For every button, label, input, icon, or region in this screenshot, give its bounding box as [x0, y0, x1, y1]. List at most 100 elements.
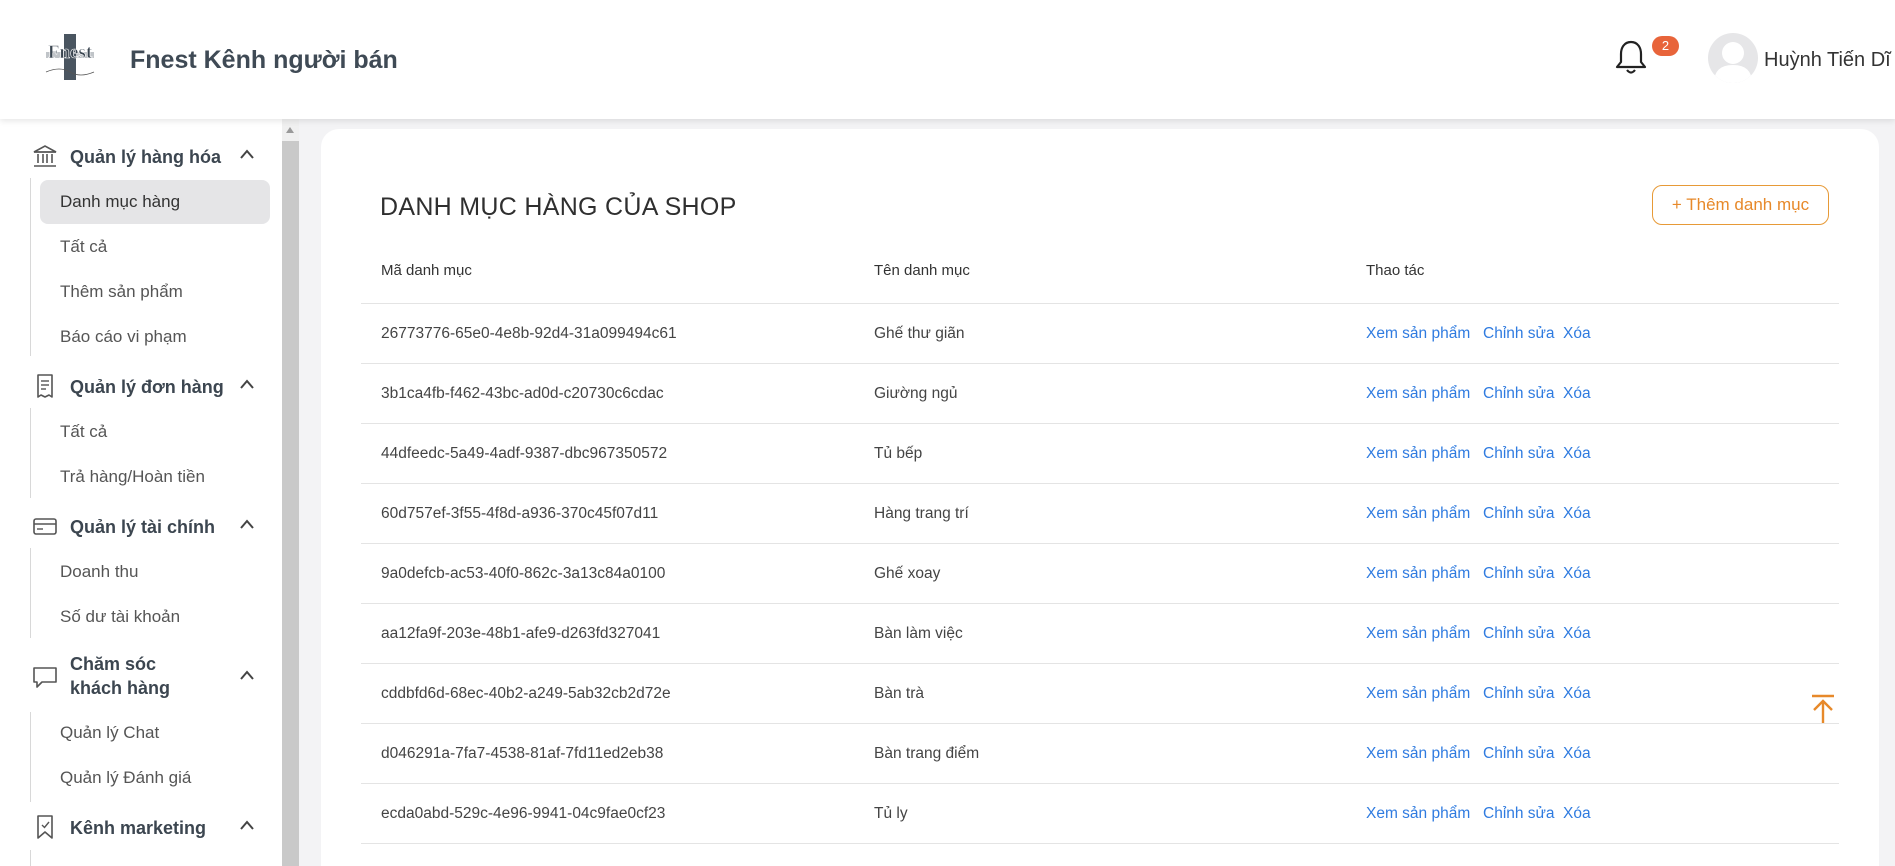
sidebar-item-all-products[interactable]: Tất cả — [40, 225, 270, 269]
view-products-link[interactable]: Xem sản phẩm — [1366, 325, 1470, 343]
fnest-logo[interactable]: Fnest — [40, 32, 100, 82]
svg-text:Fnest: Fnest — [48, 42, 93, 63]
add-category-button[interactable]: + Thêm danh mục — [1652, 185, 1829, 225]
column-header-actions: Thao tác — [1366, 262, 1425, 279]
category-name-cell: Bàn trang điểm — [874, 745, 980, 762]
section-title-line2: khách hàng — [70, 678, 171, 698]
column-header-id: Mã danh mục — [381, 262, 472, 279]
category-id-cell: ecda0abd-529c-4e96-9941-04c9fae0cf23 — [381, 805, 666, 822]
category-id-cell: 9a0defcb-ac53-40f0-862c-3a13c84a0100 — [381, 565, 666, 582]
edit-link[interactable]: Chỉnh sửa — [1483, 685, 1555, 703]
category-name-cell: Tủ bếp — [874, 445, 923, 462]
tree-line — [30, 178, 31, 356]
sidebar-item-all-orders[interactable]: Tất cả — [40, 410, 270, 454]
sidebar-scrollbar[interactable] — [282, 119, 299, 866]
view-products-link[interactable]: Xem sản phẩm — [1366, 805, 1470, 823]
user-name[interactable]: Huỳnh Tiến Dĩ — [1764, 49, 1891, 72]
edit-link[interactable]: Chỉnh sửa — [1483, 385, 1555, 403]
bookmark-icon — [37, 815, 53, 839]
row-divider — [361, 423, 1839, 424]
category-name-cell: Giường ngủ — [874, 385, 958, 402]
edit-link[interactable]: Chỉnh sửa — [1483, 745, 1555, 763]
bank-icon — [33, 145, 57, 167]
avatar[interactable] — [1708, 33, 1758, 83]
chevron-up-icon[interactable] — [238, 377, 256, 391]
row-divider — [361, 483, 1839, 484]
category-name-cell: Tủ ly — [874, 805, 908, 822]
row-divider — [361, 363, 1839, 364]
section-goods[interactable]: Quản lý hàng hóa — [0, 135, 282, 175]
top-header: Fnest Fnest Kênh người bán 2 Huỳnh Tiến … — [0, 0, 1895, 119]
section-orders[interactable]: Quản lý đơn hàng — [0, 365, 282, 405]
delete-link[interactable]: Xóa — [1563, 325, 1591, 343]
bell-icon[interactable] — [1614, 38, 1648, 76]
delete-link[interactable]: Xóa — [1563, 805, 1591, 823]
delete-link[interactable]: Xóa — [1563, 505, 1591, 523]
sidebar-item-violation-report[interactable]: Báo cáo vi phạm — [40, 315, 270, 359]
category-id-cell: 44dfeedc-5a49-4adf-9387-dbc967350572 — [381, 445, 668, 462]
sidebar-item-reviews[interactable]: Quản lý Đánh giá — [40, 756, 270, 800]
category-name-cell: Bàn trà — [874, 685, 924, 702]
sidebar-item-returns[interactable]: Trả hàng/Hoàn tiền — [40, 455, 270, 499]
chevron-up-icon[interactable] — [238, 668, 256, 682]
edit-link[interactable]: Chỉnh sửa — [1483, 445, 1555, 463]
sidebar-item-balance[interactable]: Số dư tài khoản — [40, 595, 270, 639]
chevron-up-icon[interactable] — [238, 818, 256, 832]
delete-link[interactable]: Xóa — [1563, 685, 1591, 703]
sidebar-item-revenue[interactable]: Doanh thu — [40, 550, 270, 594]
page-title: DANH MỤC HÀNG CỦA SHOP — [380, 193, 737, 221]
section-marketing[interactable]: Kênh marketing — [0, 806, 282, 846]
delete-link[interactable]: Xóa — [1563, 625, 1591, 643]
view-products-link[interactable]: Xem sản phẩm — [1366, 505, 1470, 523]
row-divider — [361, 603, 1839, 604]
sidebar-item-add-product[interactable]: Thêm sản phẩm — [40, 270, 270, 314]
category-name-cell: Bàn làm việc — [874, 625, 963, 642]
tree-line — [30, 712, 31, 802]
category-id-cell: 60d757ef-3f55-4f8d-a936-370c45f07d11 — [381, 505, 659, 522]
chevron-up-icon[interactable] — [238, 147, 256, 161]
edit-link[interactable]: Chỉnh sửa — [1483, 625, 1555, 643]
row-divider — [361, 663, 1839, 664]
back-to-top-icon[interactable] — [1810, 693, 1836, 725]
view-products-link[interactable]: Xem sản phẩm — [1366, 745, 1470, 763]
edit-link[interactable]: Chỉnh sửa — [1483, 805, 1555, 823]
scroll-up-arrow[interactable] — [282, 119, 299, 141]
category-id-cell: 3b1ca4fb-f462-43bc-ad0d-c20730c6cdac — [381, 385, 664, 402]
category-id-cell: aa12fa9f-203e-48b1-afe9-d263fd327041 — [381, 625, 661, 642]
delete-link[interactable]: Xóa — [1563, 565, 1591, 583]
row-divider — [361, 783, 1839, 784]
section-finance[interactable]: Quản lý tài chính — [0, 505, 282, 545]
receipt-icon — [37, 374, 53, 398]
sidebar-item-chat[interactable]: Quản lý Chat — [40, 711, 270, 755]
delete-link[interactable]: Xóa — [1563, 445, 1591, 463]
view-products-link[interactable]: Xem sản phẩm — [1366, 625, 1470, 643]
section-title: Quản lý hàng hóa — [70, 147, 222, 167]
user-silhouette-icon — [1714, 42, 1752, 83]
section-title: Kênh marketing — [70, 818, 207, 838]
category-name-cell: Ghế xoay — [874, 565, 941, 582]
category-id-cell: cddbfd6d-68ec-40b2-a249-5ab32cb2d72e — [381, 685, 671, 702]
edit-link[interactable]: Chỉnh sửa — [1483, 505, 1555, 523]
notification-badge: 2 — [1652, 36, 1679, 56]
chat-icon — [33, 667, 57, 688]
category-name-cell: Hàng trang trí — [874, 505, 969, 522]
delete-link[interactable]: Xóa — [1563, 385, 1591, 403]
category-id-cell: 26773776-65e0-4e8b-92d4-31a099494c61 — [381, 325, 677, 342]
view-products-link[interactable]: Xem sản phẩm — [1366, 445, 1470, 463]
tree-line — [30, 850, 31, 866]
chevron-up-icon[interactable] — [238, 517, 256, 531]
view-products-link[interactable]: Xem sản phẩm — [1366, 685, 1470, 703]
section-title-line1: Chăm sóc — [70, 654, 157, 674]
tree-line — [30, 408, 31, 498]
edit-link[interactable]: Chỉnh sửa — [1483, 325, 1555, 343]
row-divider — [361, 543, 1839, 544]
section-customer-care[interactable]: Chăm sóc khách hàng — [0, 650, 282, 702]
sidebar-item-category[interactable]: Danh mục hàng — [40, 180, 270, 224]
delete-link[interactable]: Xóa — [1563, 745, 1591, 763]
row-divider — [361, 303, 1839, 304]
view-products-link[interactable]: Xem sản phẩm — [1366, 385, 1470, 403]
brand-title: Fnest Kênh người bán — [130, 46, 398, 74]
view-products-link[interactable]: Xem sản phẩm — [1366, 565, 1470, 583]
section-title: Quản lý đơn hàng — [70, 377, 224, 397]
edit-link[interactable]: Chỉnh sửa — [1483, 565, 1555, 583]
